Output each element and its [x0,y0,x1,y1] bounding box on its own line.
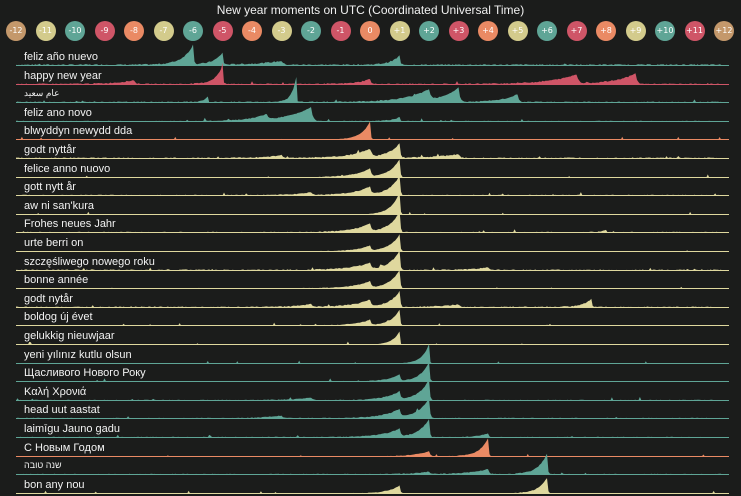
timezone-marker: -9 [94,21,115,41]
timezone-marker: +2 [419,21,439,41]
timezone-marker: +1 [389,21,410,41]
timezone-marker: -7 [153,21,174,41]
timezone-marker: -8 [124,21,144,41]
timezone-marker: +11 [684,21,705,41]
timezone-marker: +10 [655,21,675,41]
timezone-marker: +9 [625,21,646,41]
timezone-marker: -3 [271,21,292,41]
chart-title: New year moments on UTC (Coordinated Uni… [216,3,525,17]
series-label: bon any nou [24,478,85,491]
timezone-marker: +4 [478,21,498,41]
timezone-marker: -12 [6,21,26,41]
timezone-marker: -5 [212,21,233,41]
timezone-marker: -1 [330,21,351,41]
ridgeline-chart: feliz año nuevo happy new year عام سعيد fel… [0,44,741,494]
timezone-marker: -11 [35,21,56,41]
timezone-marker: -10 [65,21,85,41]
timezone-marker: +12 [714,21,734,41]
timezone-marker: +8 [596,21,616,41]
timezone-marker: +5 [507,21,528,41]
timezone-marker: -4 [242,21,262,41]
timezone-marker: -6 [183,21,203,41]
ridge-series [16,477,729,494]
timezone-marker: -2 [301,21,321,41]
timezone-marker: +7 [566,21,587,41]
timezone-marker: 0 [360,21,380,41]
timezone-marker: +6 [537,21,557,41]
timezone-marker: +3 [448,21,469,41]
